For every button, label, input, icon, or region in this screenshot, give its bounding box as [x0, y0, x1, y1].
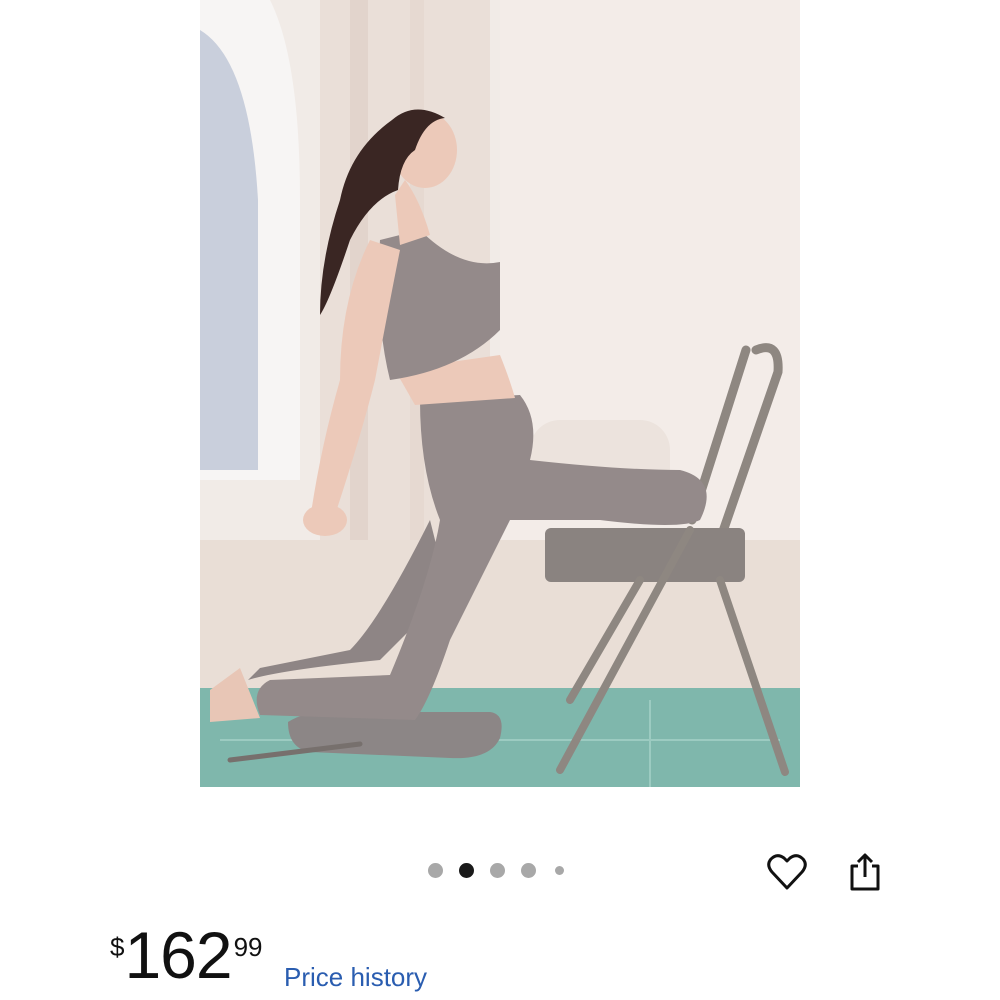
- carousel-dot-3[interactable]: [490, 863, 505, 878]
- product-price: $ 162 99: [110, 922, 263, 988]
- carousel-dot-5[interactable]: [555, 866, 564, 875]
- share-icon: [850, 853, 880, 891]
- price-history-link[interactable]: Price history: [284, 962, 427, 993]
- carousel-dot-2-active[interactable]: [459, 863, 474, 878]
- image-carousel-indicator[interactable]: [428, 863, 580, 878]
- price-cents: 99: [233, 932, 263, 962]
- carousel-dot-4[interactable]: [521, 863, 536, 878]
- price-currency-symbol: $: [110, 932, 125, 962]
- price-dollars: 162: [124, 918, 232, 992]
- carousel-dot-1[interactable]: [428, 863, 443, 878]
- favorite-button[interactable]: [765, 850, 809, 894]
- heart-outline-icon: [767, 854, 807, 890]
- share-button[interactable]: [843, 850, 887, 894]
- product-page: $ 162 99 Price history: [0, 0, 1000, 1000]
- product-image[interactable]: [200, 0, 800, 787]
- product-photo: [200, 0, 800, 787]
